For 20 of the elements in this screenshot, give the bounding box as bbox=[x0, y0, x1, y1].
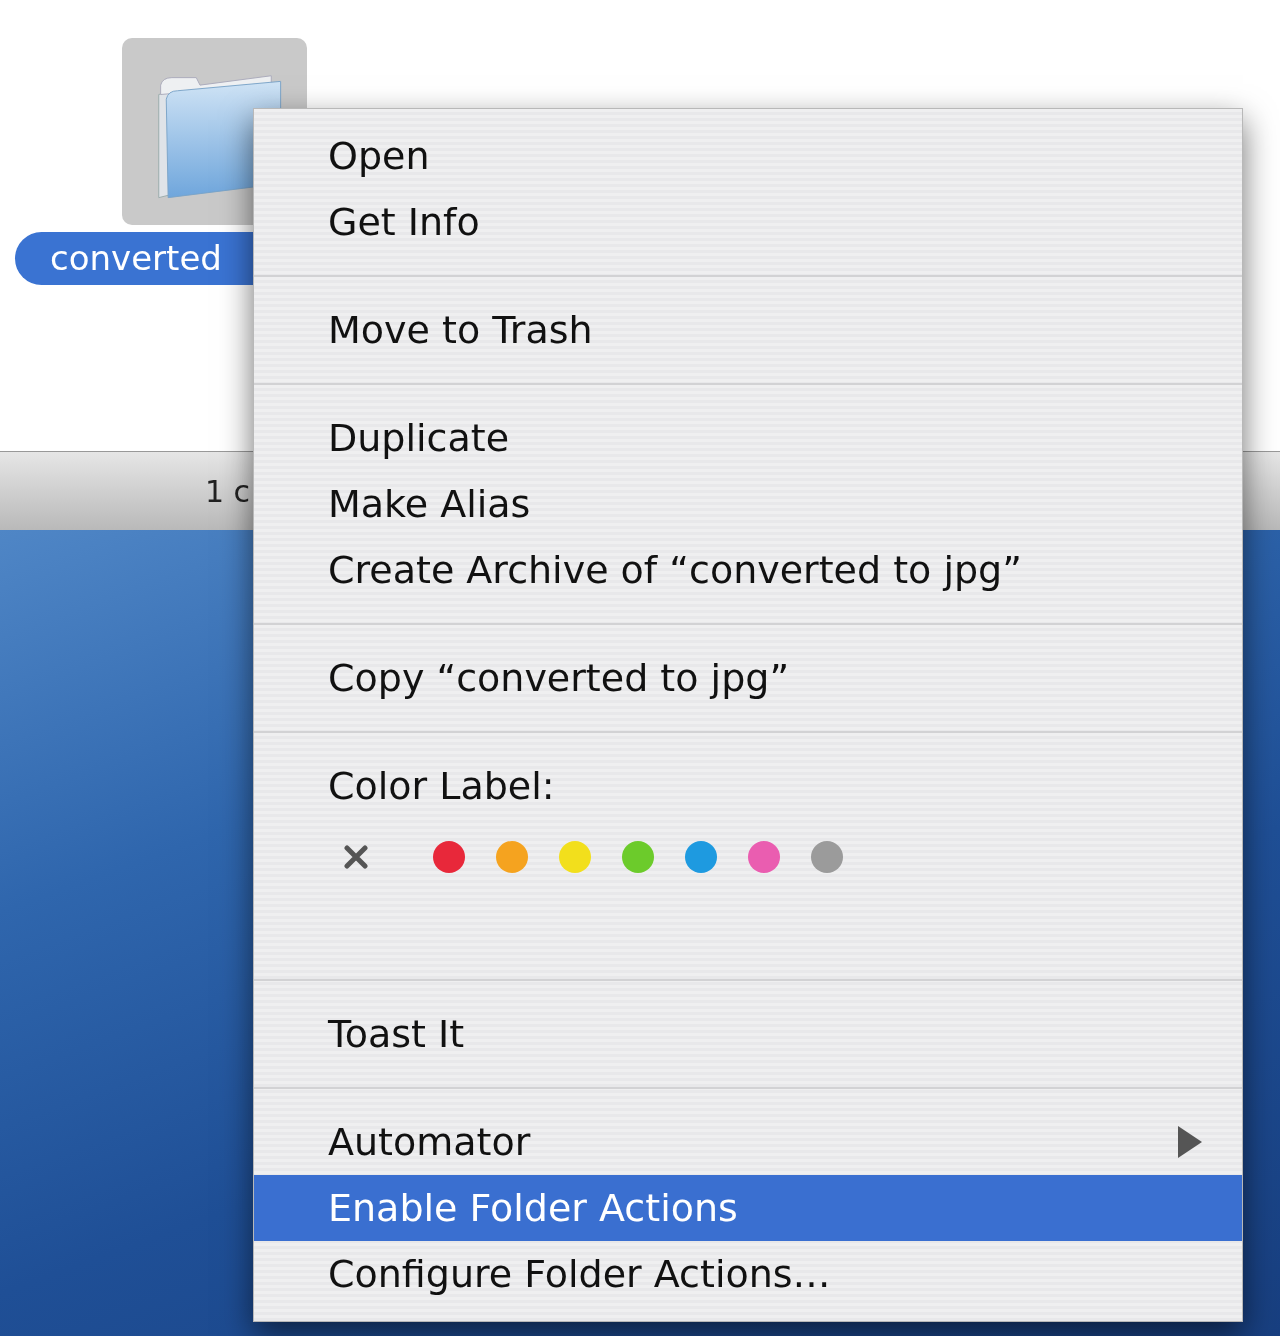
color-label-dot[interactable] bbox=[496, 841, 528, 873]
menu-item[interactable]: Open bbox=[254, 123, 1242, 189]
color-label-dot[interactable] bbox=[622, 841, 654, 873]
color-label-dot[interactable] bbox=[748, 841, 780, 873]
menu-item[interactable]: Make Alias bbox=[254, 471, 1242, 537]
menu-item[interactable]: Duplicate bbox=[254, 405, 1242, 471]
color-label-dot[interactable] bbox=[559, 841, 591, 873]
menu-item[interactable]: Copy “converted to jpg” bbox=[254, 645, 1242, 711]
menu-item[interactable]: Create Archive of “converted to jpg” bbox=[254, 537, 1242, 603]
close-icon[interactable] bbox=[344, 845, 368, 869]
menu-item[interactable]: Configure Folder Actions… bbox=[254, 1241, 1242, 1307]
color-label-dot[interactable] bbox=[433, 841, 465, 873]
menu-heading: Color Label: bbox=[327, 763, 556, 810]
color-label-dot[interactable] bbox=[685, 841, 717, 873]
menu-item[interactable]: Automator bbox=[254, 1109, 1242, 1175]
menu-item[interactable]: Move to Trash bbox=[254, 297, 1242, 363]
menu-item[interactable]: Enable Folder Actions bbox=[254, 1175, 1242, 1241]
status-text: 1 c bbox=[205, 473, 251, 509]
color-label-dot[interactable] bbox=[811, 841, 843, 873]
menu-item[interactable]: Toast It bbox=[254, 1001, 1242, 1067]
